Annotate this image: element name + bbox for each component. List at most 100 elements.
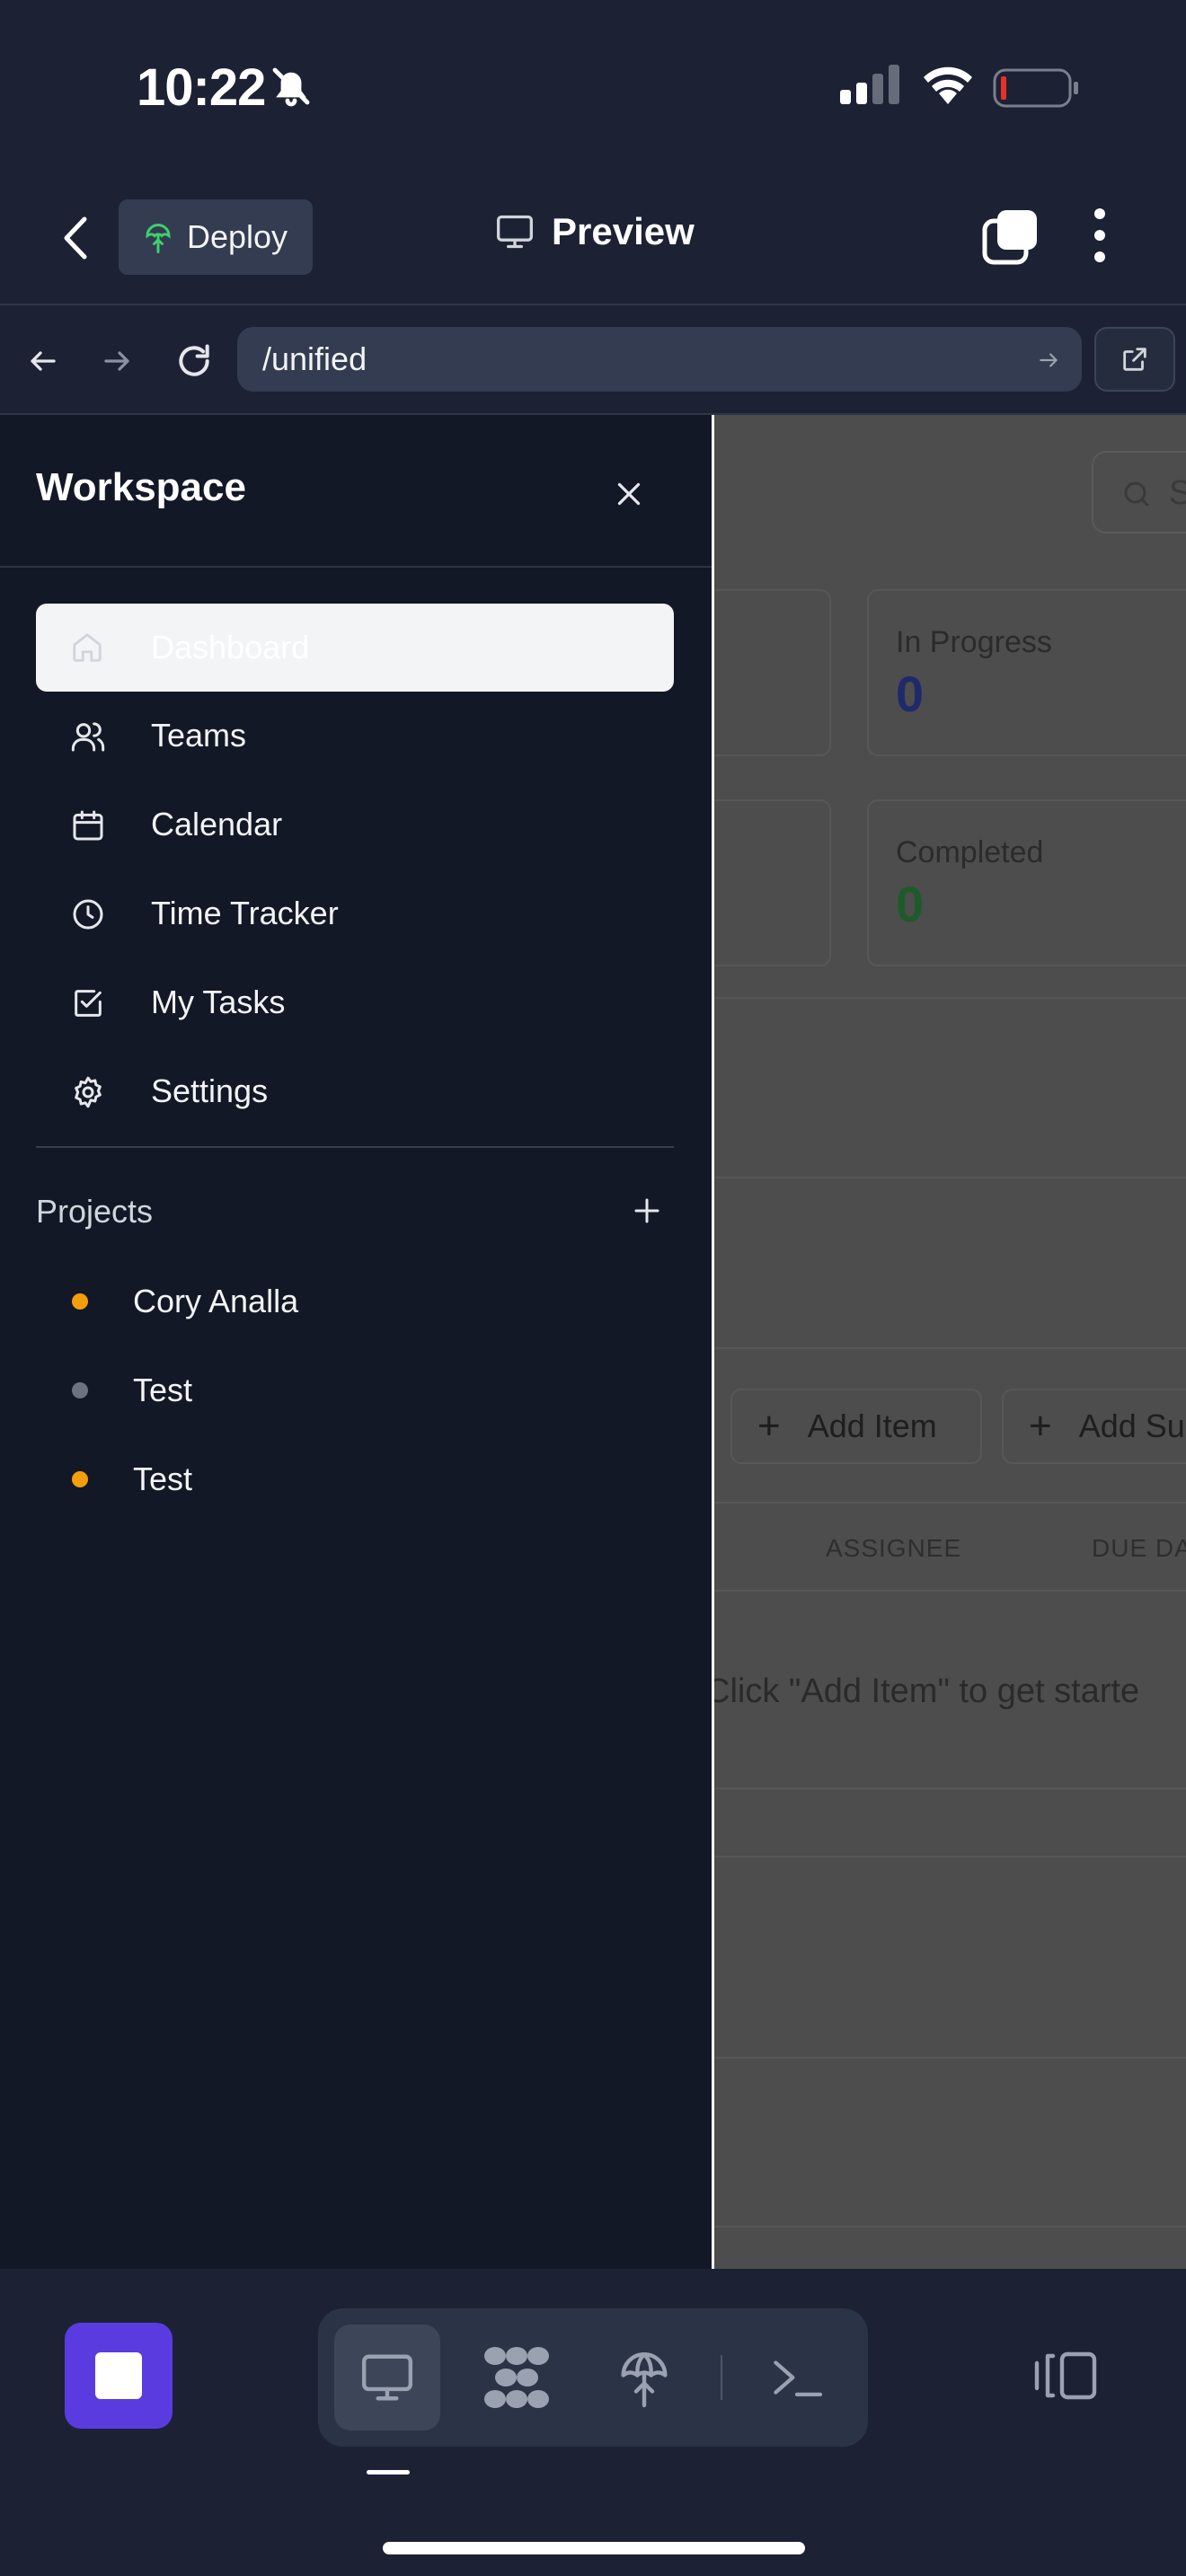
divider (714, 1856, 1186, 1857)
deploy-label: Deploy (187, 218, 288, 255)
plus-icon: + (757, 1404, 781, 1448)
sidebar-item-calendar[interactable]: Calendar (36, 781, 674, 869)
back-chevron-icon[interactable] (59, 214, 92, 262)
stat-label: Completed (896, 835, 1044, 869)
more-vertical-icon[interactable] (1091, 207, 1109, 264)
divider (714, 1502, 1186, 1504)
go-arrow-icon[interactable] (1037, 348, 1060, 372)
sidebar-item-label: Settings (151, 1072, 269, 1109)
monitor-icon (494, 212, 535, 251)
deploy-icon (616, 2346, 672, 2409)
deploy-button[interactable]: Deploy (119, 199, 313, 275)
preview-search-input: S (1092, 451, 1186, 534)
sidebar-item-settings[interactable]: Settings (36, 1047, 674, 1135)
nodes-icon (481, 2343, 553, 2412)
sidebar-divider (36, 1146, 674, 1148)
battery-icon (993, 68, 1079, 108)
view-switcher (318, 2308, 868, 2447)
preview-view-button[interactable] (334, 2325, 440, 2430)
monitor-icon (358, 2350, 417, 2405)
gear-icon (70, 1074, 106, 1110)
sidebar-item-teams[interactable]: Teams (36, 692, 674, 780)
project-item-test[interactable]: Test (36, 1439, 674, 1520)
stop-button[interactable] (65, 2323, 173, 2429)
url-bar: /unified (0, 307, 1186, 415)
signal-icon (840, 65, 901, 104)
close-icon[interactable] (613, 478, 645, 510)
layout-toggle-icon[interactable] (1033, 2348, 1098, 2404)
sidebar-title: Workspace (36, 465, 246, 509)
tabs-icon[interactable] (981, 208, 1039, 266)
toolbar-separator (721, 2355, 722, 2400)
divider (714, 1590, 1186, 1592)
deploy-view-button[interactable] (591, 2325, 697, 2430)
divider (714, 997, 1186, 999)
project-item-test[interactable]: Test (36, 1350, 674, 1431)
preview-title: Preview (494, 210, 695, 253)
arrow-left-icon[interactable] (27, 345, 59, 377)
add-sub-label: Add Su (1078, 1407, 1185, 1444)
open-external-button[interactable] (1094, 327, 1175, 392)
divider (714, 2226, 1186, 2228)
stat-card (714, 799, 831, 966)
project-color-dot (72, 1382, 88, 1398)
sidebar-item-label: Dashboard (151, 629, 310, 666)
users-icon (70, 719, 106, 754)
status-time: 10:22 (137, 58, 266, 117)
stat-label: In Progress (896, 625, 1052, 659)
deploy-icon (142, 219, 174, 255)
preview-title-label: Preview (552, 210, 695, 252)
add-item-label: Add Item (807, 1407, 937, 1444)
search-placeholder: S (1169, 474, 1186, 513)
url-input[interactable]: /unified (237, 327, 1082, 392)
terminal-icon (769, 2354, 825, 2401)
app-preview-overlay[interactable]: S In Progress 0 Completed 0 + Add Item +… (712, 415, 1186, 2269)
arrow-right-icon[interactable] (101, 345, 133, 377)
active-tab-indicator (367, 2470, 410, 2475)
add-item-button: + Add Item (730, 1389, 982, 1464)
project-color-dot (72, 1293, 88, 1310)
sidebar-item-label: My Tasks (151, 984, 286, 1020)
stat-card-completed: Completed 0 (867, 799, 1186, 966)
agents-view-button[interactable] (464, 2325, 570, 2430)
bottom-toolbar (0, 2269, 1186, 2576)
empty-state-text: Click "Add Item" to get starte (712, 1672, 1140, 1710)
external-link-icon (1120, 344, 1150, 375)
clock-icon (70, 896, 106, 932)
sidebar-item-dashboard[interactable]: Dashboard (36, 604, 674, 692)
checkbox-icon (70, 985, 106, 1021)
status-bar: 10:22 (0, 0, 1186, 171)
sidebar-divider (0, 566, 712, 568)
stat-card (714, 589, 831, 756)
projects-header: Projects (36, 1193, 154, 1230)
reload-icon[interactable] (174, 341, 214, 381)
project-item-cory-analla[interactable]: Cory Analla (36, 1261, 674, 1342)
app-header: Deploy Preview (0, 171, 1186, 305)
sidebar-item-my-tasks[interactable]: My Tasks (36, 958, 674, 1046)
wifi-icon (921, 65, 975, 104)
bell-muted-icon (270, 65, 313, 108)
home-icon (70, 631, 104, 665)
sidebar-item-label: Time Tracker (151, 895, 339, 931)
search-icon (1120, 478, 1153, 510)
stop-icon (95, 2352, 142, 2399)
stat-value: 0 (896, 666, 925, 722)
add-project-plus-icon[interactable] (631, 1195, 663, 1227)
sidebar-item-time-tracker[interactable]: Time Tracker (36, 869, 674, 957)
stat-card-in-progress: In Progress 0 (867, 589, 1186, 756)
plus-icon: + (1029, 1404, 1052, 1448)
divider (714, 1177, 1186, 1178)
sidebar-item-label: Teams (151, 717, 247, 754)
home-indicator (383, 2542, 805, 2554)
stat-value: 0 (896, 876, 925, 932)
column-header-due-date: DUE DA (1092, 1534, 1186, 1562)
column-header-assignee: ASSIGNEE (826, 1534, 962, 1562)
project-label: Cory Analla (133, 1283, 299, 1319)
project-color-dot (72, 1471, 88, 1487)
divider (714, 1347, 1186, 1349)
terminal-view-button[interactable] (744, 2325, 850, 2430)
add-sub-button: + Add Su (1002, 1389, 1186, 1464)
url-text: /unified (262, 340, 367, 377)
calendar-icon (70, 807, 106, 843)
divider (714, 2057, 1186, 2059)
